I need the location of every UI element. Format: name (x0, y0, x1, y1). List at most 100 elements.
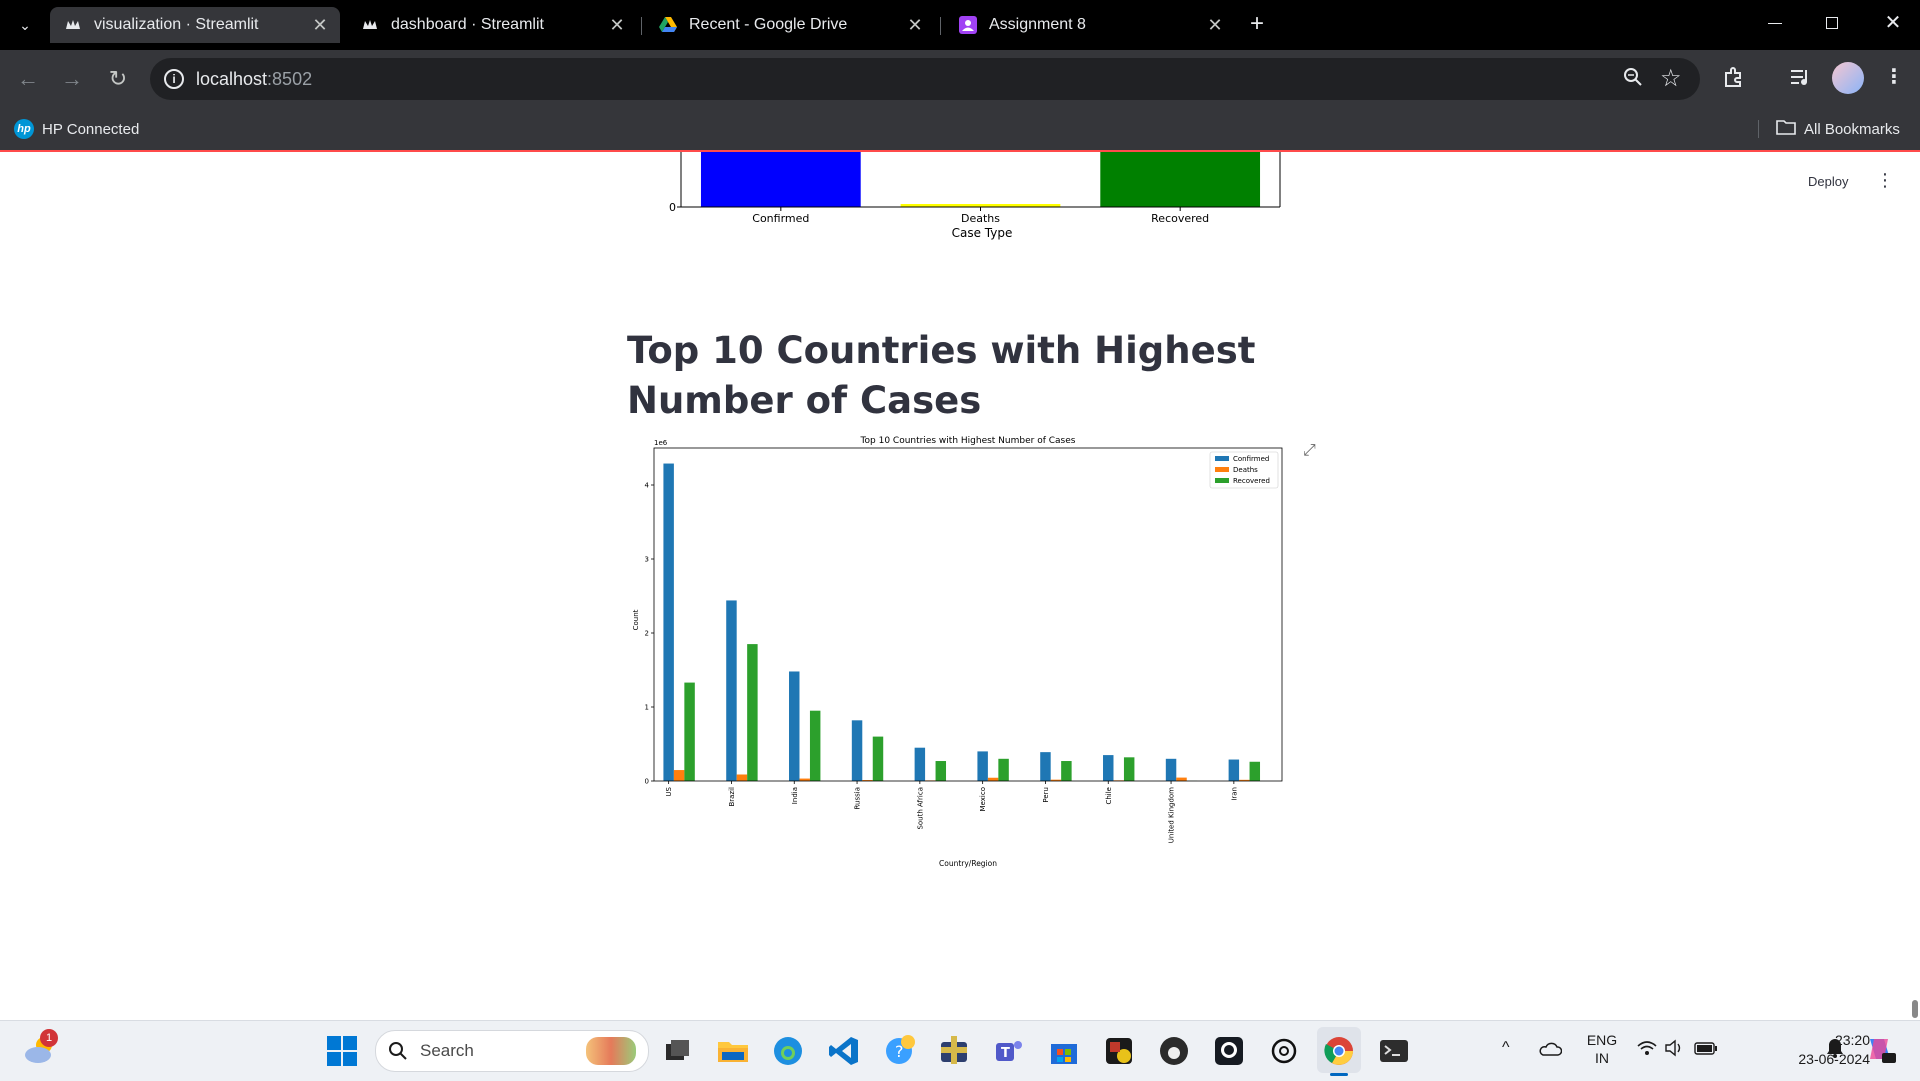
wifi-icon[interactable] (1636, 1039, 1658, 1060)
battery-icon[interactable] (1694, 1039, 1718, 1060)
close-tab-icon[interactable]: ✕ (1205, 15, 1225, 35)
clock-time: 23:20 (1770, 1031, 1870, 1050)
legend-label: Deaths (1233, 466, 1258, 474)
close-tab-icon[interactable]: ✕ (310, 15, 330, 35)
reload-icon[interactable]: ↻ (104, 65, 132, 93)
x-tick-label: Russia (854, 787, 862, 810)
bookmark-label: All Bookmarks (1804, 121, 1900, 138)
task-view-icon[interactable] (661, 1034, 695, 1068)
search-icon (388, 1041, 408, 1061)
hp-logo-icon: hp (14, 119, 34, 139)
zoom-icon[interactable] (1622, 66, 1646, 90)
chart-legend: ConfirmedDeathsRecovered (1210, 452, 1278, 488)
tab-visualization[interactable]: visualization · Streamlit ✕ (50, 7, 340, 43)
streamlit-crown-icon (64, 16, 82, 34)
x-tick-label: Mexico (979, 787, 987, 811)
bookmark-label: HP Connected (42, 121, 139, 138)
bar-recovered-brazil (747, 644, 757, 781)
new-tab-icon[interactable]: + (1245, 12, 1269, 36)
bar-confirmed-mexico (977, 751, 987, 781)
chrome-icon[interactable] (1322, 1034, 1356, 1068)
tab-google-drive[interactable]: Recent - Google Drive ✕ (645, 7, 935, 43)
y-tick-label: 0 (669, 201, 676, 214)
game-app-icon[interactable] (1102, 1034, 1136, 1068)
app-icon[interactable] (937, 1034, 971, 1068)
tab-title: dashboard · Streamlit (391, 16, 544, 34)
chart-title: Top 10 Countries with Highest Number of … (860, 436, 1076, 446)
site-info-icon[interactable]: i (164, 69, 184, 89)
restore-icon[interactable] (1826, 17, 1838, 29)
case-type-bar-chart: 0 ConfirmedDeathsRecovered Case Type (0, 152, 1920, 272)
close-tab-icon[interactable]: ✕ (905, 15, 925, 35)
legend-swatch (1215, 456, 1229, 461)
copilot-pre-icon[interactable] (1864, 1033, 1896, 1068)
tab-title: Recent - Google Drive (689, 16, 847, 34)
tab-assignment[interactable]: Assignment 8 ✕ (945, 7, 1235, 43)
bar-recovered-russia (873, 737, 883, 781)
profile-avatar[interactable] (1832, 62, 1864, 94)
focus-icon[interactable] (1825, 1037, 1845, 1062)
bar-recovered-us (684, 683, 694, 781)
fullscreen-expand-icon[interactable]: ⤢ (1303, 442, 1316, 460)
x-tick-label: Recovered (1151, 212, 1209, 225)
tab-search-dropdown-icon[interactable]: ⌄ (14, 14, 36, 36)
github-icon[interactable] (1212, 1034, 1246, 1068)
extensions-icon[interactable] (1722, 65, 1748, 91)
back-icon[interactable]: ← (14, 65, 42, 93)
language-indicator[interactable]: ENG IN (1582, 1031, 1622, 1067)
x-tick-label: South Africa (916, 787, 924, 830)
page-scrollbar[interactable] (1912, 1000, 1918, 1018)
url-host: localhost (196, 69, 267, 89)
browser-menu-icon[interactable]: ⋮ (1884, 64, 1904, 89)
bar-confirmed-us (663, 464, 673, 781)
search-highlight-icon (586, 1037, 636, 1065)
weather-widget[interactable]: 1 (22, 1033, 60, 1069)
all-bookmarks-button[interactable]: All Bookmarks (1776, 119, 1900, 139)
terminal-icon[interactable] (1377, 1034, 1411, 1068)
bar-confirmed-south-africa (915, 748, 925, 781)
copilot-icon[interactable]: ? (882, 1034, 916, 1068)
close-tab-icon[interactable]: ✕ (607, 15, 627, 35)
show-hidden-icons[interactable]: ^ (1502, 1039, 1510, 1057)
y-axis-label: Count (632, 609, 640, 630)
forward-icon[interactable]: → (58, 65, 86, 93)
volume-icon[interactable] (1664, 1039, 1686, 1060)
close-window-icon[interactable]: ✕ (1882, 10, 1904, 36)
clock[interactable]: 23:20 23-06-2024 (1770, 1031, 1870, 1069)
search-placeholder: Search (420, 1041, 474, 1061)
minimize-icon[interactable] (1768, 23, 1782, 24)
x-tick-label: Peru (1042, 787, 1050, 803)
microsoft-store-icon[interactable] (1047, 1034, 1081, 1068)
media-controls-icon[interactable] (1790, 67, 1814, 91)
x-tick-label: Confirmed (752, 212, 809, 225)
bookmark-star-icon[interactable]: ☆ (1660, 64, 1682, 93)
y-tick-label: 4 (645, 482, 650, 490)
folder-icon (1776, 119, 1796, 139)
bar-confirmed-chile (1103, 755, 1113, 781)
url-port: :8502 (267, 69, 312, 89)
bar-recovered-south-africa (936, 761, 946, 781)
bookmark-hp-connected[interactable]: hp HP Connected (14, 119, 139, 139)
bar-confirmed-russia (852, 720, 862, 781)
file-explorer-icon[interactable] (716, 1034, 750, 1068)
teams-icon[interactable]: T (992, 1034, 1026, 1068)
bar-recovered-chile (1124, 757, 1134, 781)
bar-deaths-brazil (737, 774, 747, 781)
legend-label: Confirmed (1233, 455, 1269, 463)
streamlit-crown-icon (361, 16, 379, 34)
tab-dashboard[interactable]: dashboard · Streamlit ✕ (347, 7, 637, 43)
onedrive-icon[interactable] (1538, 1041, 1562, 1060)
start-windows-icon[interactable] (327, 1036, 357, 1066)
x-tick-label: Deaths (961, 212, 1000, 225)
mac-app-icon[interactable] (1157, 1034, 1191, 1068)
svg-text:?: ? (895, 1042, 904, 1061)
x-tick-label: US (665, 786, 673, 796)
section-heading: Top 10 Countries with Highest Number of … (627, 326, 1347, 426)
chatgpt-icon[interactable] (1267, 1034, 1301, 1068)
taskbar-search-box[interactable]: Search (375, 1030, 649, 1072)
bar-recovered (1100, 152, 1260, 207)
vscode-icon[interactable] (827, 1034, 861, 1068)
notification-badge: 1 (40, 1029, 58, 1047)
address-bar[interactable]: i localhost:8502 ☆ (150, 58, 1700, 100)
edge-browser-icon[interactable] (771, 1034, 805, 1068)
